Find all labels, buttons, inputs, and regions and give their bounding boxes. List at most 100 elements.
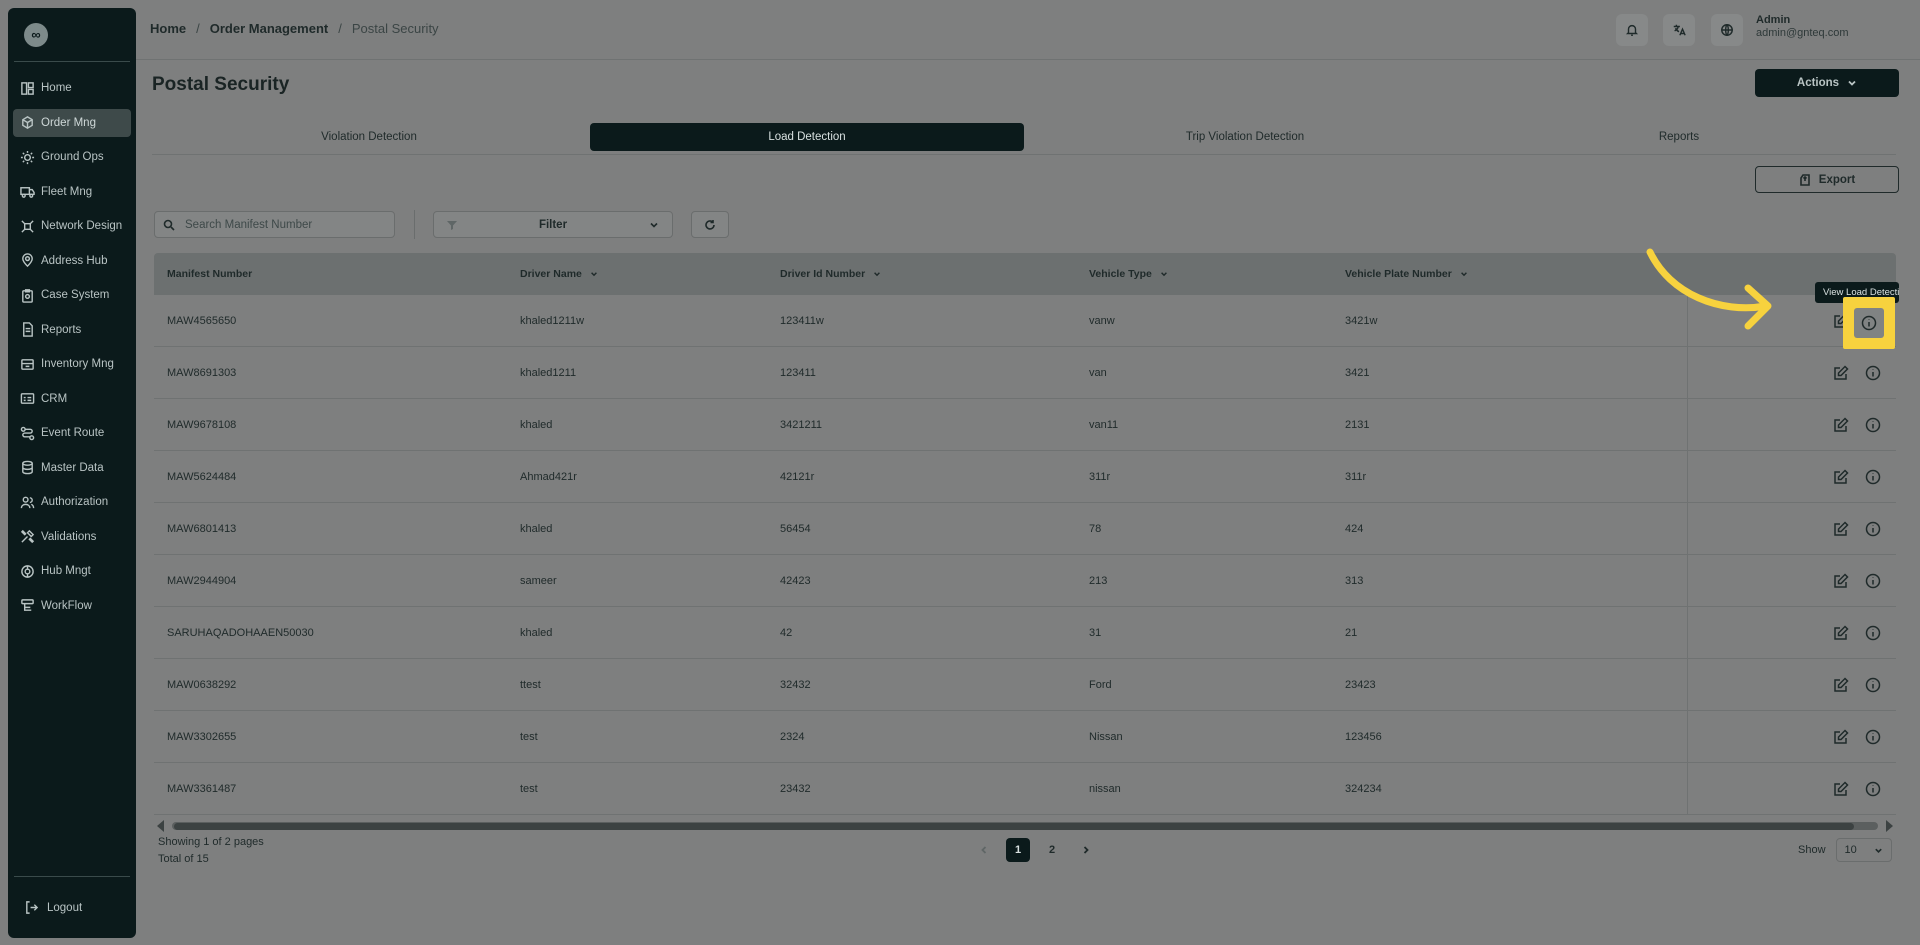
table-row[interactable]: MAW9678108 khaled 3421211 van11 2131 [154, 399, 1896, 451]
breadcrumb-separator: / [196, 21, 200, 36]
sidebar-item-hub-mngt[interactable]: Hub Mngt [13, 557, 131, 585]
scroll-thumb[interactable] [174, 823, 1854, 830]
table-cell: 311r [1345, 470, 1367, 483]
tab-violation-detection[interactable]: Violation Detection [152, 123, 586, 151]
table-cell: Ford [1089, 678, 1112, 691]
sidebar-item-label: Case System [41, 289, 110, 301]
table-row[interactable]: MAW8691303 khaled1211 123411 van 3421 [154, 347, 1896, 399]
view-button[interactable] [1862, 414, 1884, 436]
edit-button[interactable] [1830, 726, 1852, 748]
sidebar-item-master-data[interactable]: Master Data [13, 454, 131, 482]
page-button[interactable]: 1 [1006, 838, 1030, 862]
notifications-button[interactable] [1616, 14, 1648, 46]
search-box[interactable] [154, 211, 395, 238]
view-button[interactable] [1862, 674, 1884, 696]
layout-icon [19, 80, 35, 96]
scroll-right-arrow[interactable] [1886, 820, 1893, 832]
table-cell: 123411w [780, 314, 824, 327]
sidebar-item-label: Reports [41, 323, 82, 336]
edit-icon [1834, 468, 1849, 484]
sidebar-item-network-design[interactable]: Network Design [13, 212, 131, 240]
column-header-vehicle-plate-number[interactable]: Vehicle Plate Number [1345, 253, 1687, 295]
view-button[interactable] [1862, 570, 1884, 592]
pagination: 12 [972, 838, 1098, 862]
breadcrumb-home[interactable]: Home [150, 21, 186, 36]
refresh-button[interactable] [691, 211, 729, 238]
edit-button[interactable] [1830, 570, 1852, 592]
column-header-driver-name[interactable]: Driver Name [520, 253, 780, 295]
sidebar-item-workflow[interactable]: WorkFlow [13, 592, 131, 620]
view-button[interactable] [1862, 726, 1884, 748]
horizontal-scrollbar[interactable] [154, 820, 1896, 832]
view-button[interactable] [1862, 622, 1884, 644]
tab-trip-violation-detection[interactable]: Trip Violation Detection [1028, 123, 1462, 151]
edit-icon [1834, 520, 1849, 536]
search-input[interactable] [185, 218, 385, 231]
sidebar-item-inventory-mng[interactable]: Inventory Mng [13, 350, 131, 378]
edit-icon [1834, 780, 1849, 796]
table-row[interactable]: MAW5624484 Ahmad421r 42121r 311r 311r [154, 451, 1896, 503]
breadcrumb-order-management[interactable]: Order Management [210, 21, 328, 36]
prev-page-button[interactable] [972, 838, 996, 862]
language-button[interactable] [1711, 14, 1743, 46]
edit-button[interactable] [1830, 674, 1852, 696]
info-icon [1865, 625, 1881, 640]
table-row[interactable]: MAW3361487 test 23432 nissan 324234 [154, 763, 1896, 815]
next-page-button[interactable] [1074, 838, 1098, 862]
table-row[interactable]: MAW6801413 khaled 56454 78 424 [154, 503, 1896, 555]
view-button[interactable] [1862, 518, 1884, 540]
tab-reports[interactable]: Reports [1462, 123, 1896, 151]
sidebar-item-label: Authorization [41, 496, 109, 508]
scroll-left-arrow[interactable] [157, 820, 164, 832]
view-button[interactable] [1862, 362, 1884, 384]
edit-button[interactable] [1830, 622, 1852, 644]
edit-button[interactable] [1830, 778, 1852, 800]
column-header-label: Vehicle Type [1089, 268, 1152, 280]
sidebar-item-ground-ops[interactable]: Ground Ops [13, 143, 131, 171]
column-header-label: Driver Id Number [780, 268, 866, 280]
table-row[interactable]: MAW3302655 test 2324 Nissan 123456 [154, 711, 1896, 763]
sidebar-item-crm[interactable]: CRM [13, 385, 131, 413]
highlighted-view-button[interactable] [1843, 297, 1895, 349]
table-row[interactable]: MAW4565650 khaled1211w 123411w vanw 3421w [154, 295, 1896, 347]
export-icon [1799, 173, 1810, 186]
sidebar-item-order-mng[interactable]: Order Mng [13, 108, 131, 137]
filter-dropdown[interactable]: Filter [433, 211, 673, 238]
table-row[interactable]: SARUHAQADOHAAEN50030 khaled 42 31 21 [154, 607, 1896, 659]
sidebar-item-reports[interactable]: Reports [13, 316, 131, 344]
sidebar-item-fleet-mng[interactable]: Fleet Mng [13, 178, 131, 206]
sidebar-item-home[interactable]: Home [13, 74, 131, 102]
sidebar-item-authorization[interactable]: Authorization [13, 488, 131, 516]
tab-load-detection[interactable]: Load Detection [590, 123, 1024, 151]
info-icon [1865, 781, 1881, 796]
table-row[interactable]: MAW2944904 sameer 42423 213 313 [154, 555, 1896, 607]
chevron-down-icon [1848, 80, 1856, 86]
view-button-highlighted[interactable] [1854, 308, 1884, 338]
view-button[interactable] [1862, 778, 1884, 800]
column-header-vehicle-type[interactable]: Vehicle Type [1089, 253, 1345, 295]
edit-button[interactable] [1830, 518, 1852, 540]
edit-button[interactable] [1830, 466, 1852, 488]
sidebar-item-label: CRM [41, 392, 68, 405]
actions-button[interactable]: Actions [1755, 69, 1899, 97]
page-button[interactable]: 2 [1040, 838, 1064, 862]
sidebar-item-address-hub[interactable]: Address Hub [13, 247, 131, 275]
user-menu[interactable]: Admin admin@gnteq.com [1756, 14, 1849, 40]
view-button[interactable] [1862, 466, 1884, 488]
table-cell: 42423 [780, 574, 811, 587]
logout-button[interactable]: Logout [14, 876, 130, 938]
page-size-select[interactable]: 10 [1835, 838, 1892, 862]
sidebar-item-event-route[interactable]: Event Route [13, 419, 131, 447]
translate-button[interactable] [1663, 14, 1695, 46]
edit-button[interactable] [1830, 414, 1852, 436]
sort-chevron-icon [1460, 272, 1467, 277]
info-icon [1865, 469, 1881, 484]
sidebar-item-case-system[interactable]: Case System [13, 281, 131, 309]
table-row[interactable]: MAW0638292 ttest 32432 Ford 23423 [154, 659, 1896, 711]
sidebar-item-validations[interactable]: Validations [13, 523, 131, 551]
edit-button[interactable] [1830, 362, 1852, 384]
app-logo[interactable]: ∞ [24, 22, 48, 47]
column-header-manifest-number[interactable]: Manifest Number [154, 253, 520, 295]
export-button[interactable]: Export [1755, 166, 1899, 193]
column-header-driver-id-number[interactable]: Driver Id Number [780, 253, 1089, 295]
